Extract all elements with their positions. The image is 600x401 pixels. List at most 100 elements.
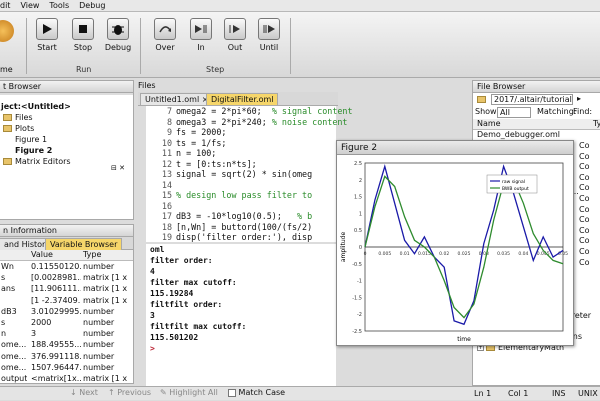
file-row[interactable]: Co <box>579 225 589 236</box>
variable-row[interactable]: dB3 3.01029995...number <box>0 306 133 317</box>
variable-value: 3 <box>31 329 37 339</box>
y-tick-label: 2.5 <box>354 161 362 167</box>
command-console[interactable]: oml filter order: 4 filter max cutoff: 115.1… <box>146 244 336 386</box>
code-line[interactable]: 15 % design low pass filter to <box>146 190 312 201</box>
variable-name: ome... <box>1 340 27 350</box>
variable-row[interactable]: Wn 0.11550120...number <box>0 261 133 272</box>
tree-item-figure2[interactable]: Figure 2 <box>0 145 133 156</box>
file-row[interactable]: Co <box>579 140 589 151</box>
show-label: Show: <box>475 107 499 116</box>
console-line: filtfilt order: <box>150 300 223 309</box>
file-row[interactable]: Co <box>579 172 589 183</box>
status-eol: UNIX <box>578 389 598 398</box>
file-row[interactable]: Co <box>579 151 589 162</box>
home-icon[interactable] <box>0 20 14 42</box>
code-line[interactable]: 9 fs = 2000; <box>146 127 226 138</box>
code-line[interactable]: 7 omega2 = 2*pi*60; % signal content <box>146 106 353 117</box>
tab-variable-browser[interactable]: Variable Browser <box>45 238 123 250</box>
variable-value: [0.0028981... <box>31 273 81 283</box>
find-next[interactable]: ↓ Next <box>70 386 98 400</box>
highlight-all[interactable]: ✎ Highlight All <box>160 386 218 400</box>
menu-view[interactable]: View <box>20 0 39 11</box>
x-tick-label: 0.05 <box>558 251 568 257</box>
run-until-button[interactable]: Until <box>254 18 284 52</box>
y-axis-label: amplitude <box>340 232 347 263</box>
file-row[interactable]: Co <box>579 246 589 257</box>
variable-name: ans <box>1 284 16 294</box>
variable-row[interactable]: output <matrix[1x... matrix [1 x <box>0 373 133 383</box>
code-line[interactable]: 19 disp('filter order:'), disp <box>146 232 312 243</box>
show-select[interactable]: All <box>497 107 531 118</box>
code-line[interactable]: 13 signal = sqrt(2) * sin(omeg <box>146 169 312 180</box>
code-line[interactable]: 14 <box>146 180 176 191</box>
file-row-top[interactable]: Demo_debugger.oml <box>473 130 600 140</box>
start-button[interactable]: Start <box>32 18 62 52</box>
figure-window[interactable]: Figure 2 2.5 2 1.5 1 0.5 0 -0.5 -1 -1.5 -2 -2.5 0 0.… <box>336 140 574 346</box>
file-name: Demo_debugger.oml <box>477 130 561 139</box>
plot-area[interactable]: 2.521.510.50-0.5-1-1.5-2-2.50 0.005 0.01 0.… <box>337 155 573 345</box>
y-tick-label: -2 <box>357 312 362 318</box>
step-over-button[interactable]: Over <box>150 18 180 52</box>
run-group-label: Run <box>76 65 92 74</box>
variable-type: number <box>83 306 115 316</box>
header-value[interactable]: Value <box>31 250 53 259</box>
code-line[interactable]: 10 ts = 1/fs; <box>146 138 227 149</box>
match-case[interactable]: Match Case <box>228 386 285 400</box>
variable-row[interactable]: ome... 188.49555... number <box>0 339 133 350</box>
header-type[interactable]: Type <box>83 250 101 259</box>
debug-button[interactable]: Debug <box>103 18 133 52</box>
variable-name: Wn <box>1 262 14 271</box>
menu-edit[interactable]: dit <box>0 0 10 11</box>
variable-type: number <box>83 362 115 372</box>
find-previous[interactable]: ↑ Previous <box>108 386 151 400</box>
line-number: 13 <box>161 169 172 179</box>
code-line[interactable]: 11 n = 100; <box>146 148 216 159</box>
tab-digitalfilter[interactable]: DigitalFilter.oml <box>206 93 279 105</box>
variable-row[interactable]: s 2000 number <box>0 317 133 328</box>
panel-controls-icon[interactable]: ⊟ ✕ <box>111 162 125 174</box>
variable-type: number <box>83 318 115 327</box>
menu-tools[interactable]: Tools <box>49 0 69 11</box>
file-row[interactable]: Co <box>579 161 589 172</box>
file-row[interactable]: Co <box>579 193 589 204</box>
file-row[interactable]: Co <box>579 257 589 268</box>
variable-row[interactable]: s [0.0028981... matrix [1 x <box>0 272 133 283</box>
path-combobox[interactable]: 2017/.altair/tutorials <box>491 94 573 105</box>
code-line[interactable]: 12 t = [0:ts:n*ts]; <box>146 159 257 170</box>
match-case-checkbox[interactable] <box>228 388 236 397</box>
file-row[interactable]: Co <box>579 235 589 246</box>
code-line[interactable]: 8 omega3 = 2*pi*240; % noise content <box>146 116 348 128</box>
x-tick-label: 0.01 <box>400 251 410 257</box>
console-line: 115.501202 <box>150 333 199 342</box>
variable-row[interactable]: [1 -2.37409... matrix [1 x <box>0 295 133 306</box>
stop-button[interactable]: Stop <box>68 18 98 52</box>
match-case-label: Match Case <box>238 388 286 397</box>
code-comment: % noise content <box>271 116 348 127</box>
code-line[interactable]: 16 <box>146 201 176 212</box>
header-name[interactable]: Name <box>477 119 501 128</box>
tab-untitled1[interactable]: Untitled1.oml × <box>140 93 214 105</box>
code-editor[interactable]: 7 omega2 = 2*pi*60; % signal content 8 omeg… <box>146 106 353 243</box>
variable-row[interactable]: ans [11.906111... matrix [1 x <box>0 283 133 294</box>
file-row[interactable]: Co <box>579 204 589 215</box>
console-line: filtfilt max cutoff: <box>150 322 247 331</box>
step-out-button[interactable]: Out <box>220 18 250 52</box>
filter-row: Show: All Matching: Find: <box>473 106 600 119</box>
go-icon[interactable]: ▸ <box>577 94 581 103</box>
variable-row[interactable]: n 3 number <box>0 328 133 339</box>
menu-debug[interactable]: Debug <box>79 0 105 11</box>
step-in-button[interactable]: In <box>186 18 216 52</box>
tree-item-plots[interactable]: Plots <box>0 123 133 134</box>
line-number: 17 <box>161 211 172 221</box>
tree-item-figure1[interactable]: Figure 1 <box>0 134 133 145</box>
project-root[interactable]: ject:<Untitled> <box>0 101 133 112</box>
code-line[interactable]: 17 dB3 = -10*log10(0.5); % b <box>146 211 312 222</box>
file-row[interactable]: Co <box>579 182 589 193</box>
code-line[interactable]: 18 [n,Wn] = buttord(100/(fs/2) <box>146 222 312 233</box>
variable-row[interactable]: ome... 376.991118...number <box>0 351 133 362</box>
variable-row[interactable]: ome... 1507.96447...number <box>0 362 133 373</box>
code-text: dB3 = -10*log10(0.5); <box>176 211 298 221</box>
tree-item-files[interactable]: Files <box>0 112 133 123</box>
header-type[interactable]: Ty <box>593 119 600 128</box>
file-row[interactable]: Co <box>579 214 589 225</box>
